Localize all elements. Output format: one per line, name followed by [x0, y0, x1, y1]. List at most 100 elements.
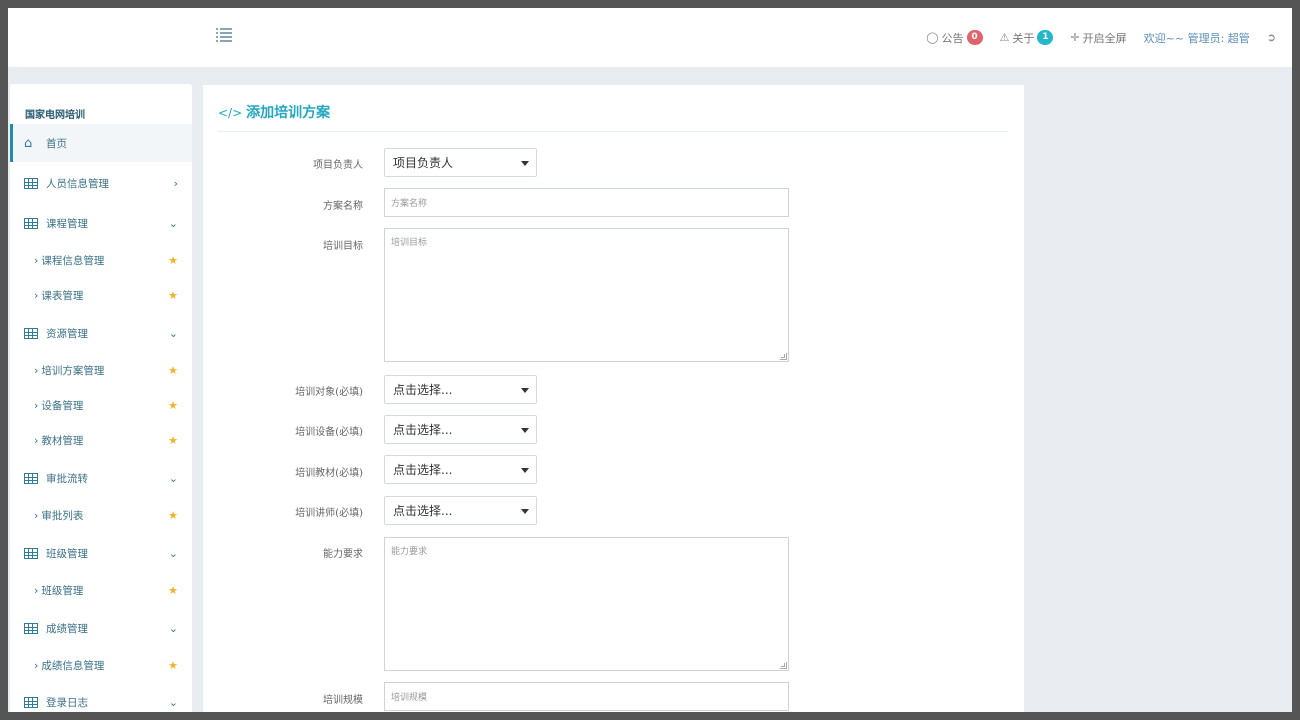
sidebar-subitem-label: 班级管理 [41, 584, 84, 597]
logout-icon: ➲ [1266, 31, 1276, 44]
star-icon: ★ [168, 363, 178, 377]
sidebar-item-resource[interactable]: 资源管理 ⌄ [10, 314, 192, 352]
equipment-select-value: 点击选择... [393, 423, 453, 437]
notice-count-badge: 0 [966, 30, 983, 45]
about-label: 关于 [1012, 31, 1035, 45]
expand-icon: ✛ [1070, 31, 1080, 44]
divider [218, 131, 1008, 132]
sidebar-item-label: 资源管理 [46, 327, 88, 340]
caret-down-icon [521, 468, 529, 473]
sidebar-item-label: 班级管理 [46, 547, 88, 560]
lecturer-label: 培训讲师(必填) [295, 508, 363, 519]
material-select-value: 点击选择... [393, 463, 453, 477]
sidebar-subitem-plan[interactable]: › 培训方案管理 ★ [10, 353, 192, 387]
target-select[interactable]: 点击选择... [384, 375, 537, 404]
comment-icon: ◯ [926, 31, 939, 44]
top-bar: ◯ 公告 0 ⚠ 关于 1 ✛ 开启全屏 欢迎~~ 管理员: 超管 ➲ [8, 8, 1292, 67]
equipment-label: 培训设备(必填) [295, 427, 363, 438]
material-label: 培训教材(必填) [295, 468, 363, 479]
resize-handle-icon[interactable] [780, 353, 787, 360]
goal-placeholder: 培训目标 [391, 238, 428, 248]
caret-down-icon [521, 428, 529, 433]
sidebar-item-score[interactable]: 成绩管理 ⌄ [10, 609, 192, 647]
code-icon: </> [218, 106, 243, 120]
fullscreen-button[interactable]: ✛ 开启全屏 [1070, 30, 1126, 46]
chevron-down-icon: ⌄ [168, 695, 178, 709]
table-icon [24, 547, 38, 559]
chevron-right-icon: › [34, 288, 39, 302]
plan-name-placeholder: 方案名称 [391, 199, 428, 209]
caret-down-icon [521, 161, 529, 166]
lecturer-select-value: 点击选择... [393, 504, 453, 518]
scale-placeholder: 培训规模 [391, 693, 428, 703]
material-select[interactable]: 点击选择... [384, 455, 537, 484]
star-icon: ★ [168, 433, 178, 447]
sidebar-subitem-approval-list[interactable]: › 审批列表 ★ [10, 498, 192, 532]
fullscreen-label: 开启全屏 [1082, 31, 1127, 45]
user-menu[interactable]: 欢迎~~ 管理员: 超管 [1144, 30, 1250, 46]
chevron-down-icon: ⌄ [168, 546, 178, 560]
sidebar-item-label: 登录日志 [46, 696, 88, 709]
equipment-select[interactable]: 点击选择... [384, 415, 537, 444]
ability-textarea[interactable]: 能力要求 [384, 537, 789, 671]
sidebar-item-approval[interactable]: 审批流转 ⌄ [10, 459, 192, 497]
sidebar-subitem-class[interactable]: › 班级管理 ★ [10, 573, 192, 607]
leader-label: 项目负责人 [313, 160, 363, 171]
sidebar-item-course[interactable]: 课程管理 ⌄ [10, 204, 192, 242]
about-link[interactable]: ⚠ 关于 1 [1000, 30, 1054, 46]
scale-label: 培训规模 [323, 695, 363, 706]
target-select-value: 点击选择... [393, 383, 453, 397]
about-count-badge: 1 [1037, 30, 1054, 45]
chevron-down-icon: ⌄ [168, 471, 178, 485]
sidebar-subitem-score-info[interactable]: › 成绩信息管理 ★ [10, 648, 192, 682]
sidebar-subitem-equipment[interactable]: › 设备管理 ★ [10, 388, 192, 422]
resize-handle-icon[interactable] [780, 662, 787, 669]
sidebar-title: 国家电网培训 [25, 110, 85, 121]
caret-down-icon [521, 509, 529, 514]
notice-label: 公告 [941, 31, 964, 45]
chevron-right-icon: › [173, 176, 178, 190]
sidebar-item-personnel[interactable]: 人员信息管理 › [10, 164, 192, 202]
notice-link[interactable]: ◯ 公告 0 [926, 30, 983, 46]
leader-select[interactable]: 项目负责人 [384, 148, 537, 177]
table-icon [24, 177, 38, 189]
table-icon [24, 622, 38, 634]
sidebar-subitem-course-info[interactable]: › 课程信息管理 ★ [10, 243, 192, 277]
chevron-down-icon: ⌄ [168, 326, 178, 340]
sidebar: 国家电网培训 ⌂ 首页 人员信息管理 › 课程管理 ⌄ › 课程信息管理 ★ ›… [10, 84, 192, 712]
sidebar-subitem-label: 课程信息管理 [41, 254, 105, 267]
sidebar-item-class[interactable]: 班级管理 ⌄ [10, 534, 192, 572]
star-icon: ★ [168, 288, 178, 302]
table-icon [24, 217, 38, 229]
sidebar-subitem-label: 成绩信息管理 [41, 659, 105, 672]
leader-select-value: 项目负责人 [393, 156, 454, 170]
sidebar-item-home[interactable]: ⌂ 首页 [10, 124, 192, 162]
logout-button[interactable]: ➲ [1267, 31, 1276, 44]
plan-name-input[interactable]: 方案名称 [384, 188, 789, 217]
sidebar-subitem-label: 课表管理 [41, 289, 84, 302]
home-icon: ⌂ [24, 135, 33, 151]
sidebar-subitem-label: 培训方案管理 [41, 364, 105, 377]
table-icon [24, 327, 38, 339]
table-icon [24, 696, 38, 708]
chevron-right-icon: › [34, 583, 39, 597]
sidebar-subitem-label: 审批列表 [41, 509, 84, 522]
welcome-text: 欢迎~~ 管理员: 超管 [1143, 31, 1250, 45]
page-title-text: 添加培训方案 [246, 105, 331, 121]
sidebar-subitem-material[interactable]: › 教材管理 ★ [10, 423, 192, 457]
target-label: 培训对象(必填) [295, 387, 363, 398]
chevron-down-icon: ⌄ [168, 621, 178, 635]
star-icon: ★ [168, 583, 178, 597]
sidebar-subitem-schedule[interactable]: › 课表管理 ★ [10, 278, 192, 312]
scale-input[interactable]: 培训规模 [384, 682, 789, 711]
goal-textarea[interactable]: 培训目标 [384, 228, 789, 362]
menu-toggle-icon[interactable] [216, 27, 234, 43]
sidebar-item-label: 首页 [46, 137, 67, 150]
app-frame: ◯ 公告 0 ⚠ 关于 1 ✛ 开启全屏 欢迎~~ 管理员: 超管 ➲ 国家电网… [8, 8, 1292, 712]
sidebar-subitem-label: 设备管理 [41, 399, 84, 412]
lecturer-select[interactable]: 点击选择... [384, 496, 537, 525]
caret-down-icon [521, 388, 529, 393]
star-icon: ★ [168, 658, 178, 672]
star-icon: ★ [168, 253, 178, 267]
sidebar-item-login-log[interactable]: 登录日志 ⌄ [10, 683, 192, 712]
